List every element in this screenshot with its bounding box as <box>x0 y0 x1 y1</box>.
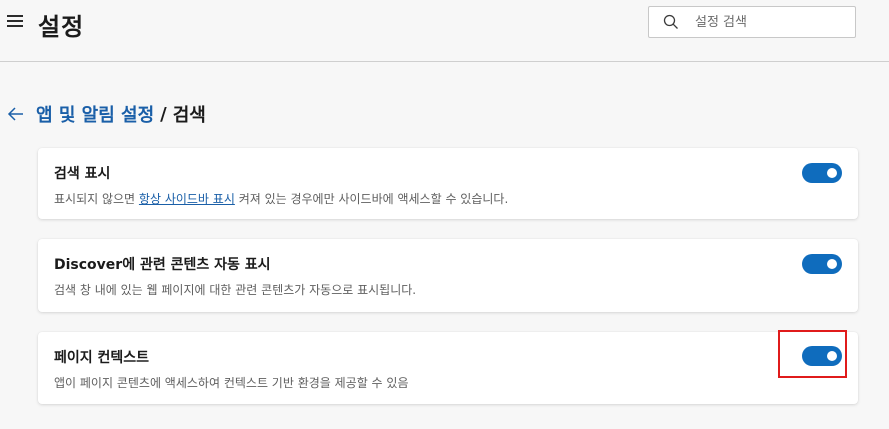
setting-description: 앱이 페이지 콘텐츠에 액세스하여 컨텍스트 기반 환경을 제공할 수 있음 <box>54 376 409 390</box>
setting-description-text: 켜져 있는 경우에만 사이드바에 액세스할 수 있습니다. <box>234 192 509 206</box>
toggle-knob <box>827 259 837 269</box>
breadcrumb: 앱 및 알림 설정 / 검색 <box>6 100 206 128</box>
setting-title: 검색 표시 <box>54 166 111 182</box>
toggle-knob <box>827 168 837 178</box>
header: 설정 <box>0 0 889 62</box>
search-icon <box>663 14 678 29</box>
discover-content-toggle[interactable] <box>802 254 842 274</box>
search-input[interactable] <box>695 7 845 37</box>
breadcrumb-separator: / <box>160 103 167 125</box>
breadcrumb-current: 검색 <box>172 105 206 126</box>
back-arrow-icon[interactable] <box>6 104 26 124</box>
page-title: 설정 <box>38 13 85 41</box>
toggle-knob <box>827 351 837 361</box>
page-context-toggle[interactable] <box>802 346 842 366</box>
setting-title: Discover에 관련 콘텐츠 자동 표시 <box>54 257 271 273</box>
setting-description-text: 표시되지 않으면 <box>54 192 139 206</box>
show-search-toggle[interactable] <box>802 163 842 183</box>
setting-card-show-search: 검색 표시 표시되지 않으면 항상 사이드바 표시 켜져 있는 경우에만 사이드… <box>38 148 858 219</box>
always-show-sidebar-link[interactable]: 항상 사이드바 표시 <box>139 192 235 206</box>
setting-description: 표시되지 않으면 항상 사이드바 표시 켜져 있는 경우에만 사이드바에 액세스… <box>54 190 508 207</box>
hamburger-menu-icon[interactable] <box>7 15 25 29</box>
setting-title: 페이지 컨텍스트 <box>54 350 150 366</box>
setting-card-discover-content: Discover에 관련 콘텐츠 자동 표시 검색 창 내에 있는 웹 페이지에… <box>38 239 858 312</box>
search-box[interactable] <box>648 6 856 38</box>
breadcrumb-parent-link[interactable]: 앱 및 알림 설정 <box>36 101 154 127</box>
setting-description: 검색 창 내에 있는 웹 페이지에 대한 관련 콘텐츠가 자동으로 표시됩니다. <box>54 283 417 297</box>
setting-card-page-context: 페이지 컨텍스트 앱이 페이지 콘텐츠에 액세스하여 컨텍스트 기반 환경을 제… <box>38 332 858 404</box>
